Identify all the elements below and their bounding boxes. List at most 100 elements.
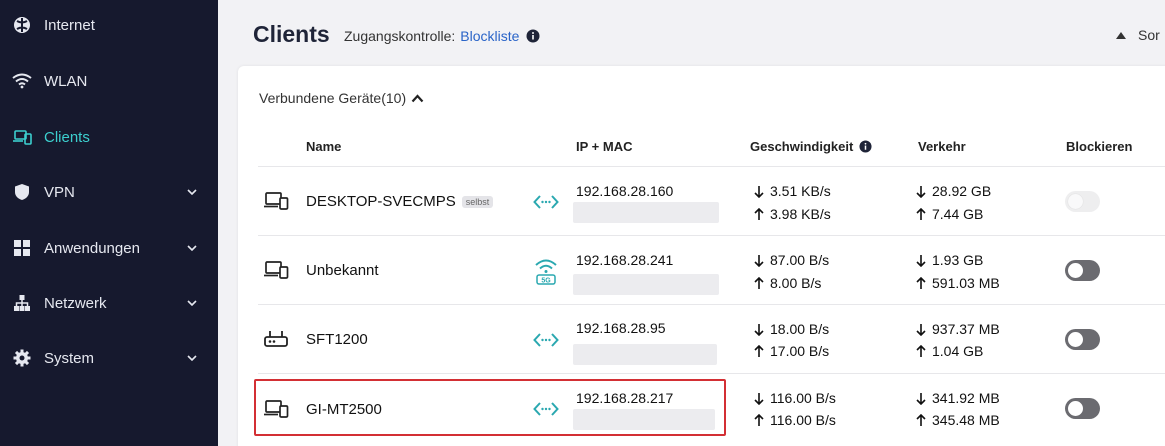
self-badge: selbst [461, 195, 494, 208]
highlight-box [254, 379, 726, 436]
arrow-down-icon [754, 254, 764, 267]
page-title: Clients [253, 21, 330, 47]
chevron-down-icon [186, 352, 198, 364]
toggle-knob [1068, 401, 1083, 416]
sidebar-item-vpn[interactable]: VPN [0, 172, 218, 212]
device-name-text: SFT1200 [306, 331, 368, 348]
download-speed-value: 18.00 B/s [770, 321, 830, 337]
block-toggle[interactable] [1065, 191, 1100, 212]
connected-devices-toggle[interactable]: Verbundene Geräte(10) [259, 90, 424, 106]
upload-speed: 3.98 KB/s [754, 206, 831, 222]
ip-address: 192.168.28.160 [576, 183, 674, 199]
sidebar-item-label: VPN [44, 183, 75, 201]
sidebar-item-wlan[interactable]: WLAN [0, 61, 218, 101]
divider [258, 373, 1165, 374]
devices-icon [12, 127, 32, 147]
upload-speed: 116.00 B/s [754, 412, 836, 428]
upload-traffic: 345.48 MB [916, 412, 1000, 428]
download-speed-value: 3.51 KB/s [770, 183, 831, 199]
arrow-down-icon [916, 323, 926, 336]
chevron-down-icon [186, 242, 198, 254]
column-header-traffic: Verkehr [918, 139, 966, 154]
grid-icon [12, 238, 32, 258]
upload-speed: 17.00 B/s [754, 343, 829, 359]
ethernet-icon [532, 326, 560, 354]
download-traffic-value: 1.93 GB [932, 252, 984, 268]
sidebar-item-label: System [44, 349, 95, 367]
arrow-down-icon [916, 254, 926, 267]
download-traffic-value: 341.92 MB [932, 390, 1000, 406]
sort-button[interactable]: Sor [1116, 27, 1160, 43]
arrow-up-icon [754, 207, 764, 220]
sidebar-item-label: Anwendungen [44, 239, 140, 257]
download-traffic-value: 937.37 MB [932, 321, 1000, 337]
arrow-up-icon [754, 276, 764, 289]
arrow-up-icon [754, 344, 764, 357]
column-header-block: Blockieren [1066, 139, 1133, 154]
upload-traffic-value: 345.48 MB [932, 412, 1000, 428]
download-traffic: 28.92 GB [916, 183, 991, 199]
sidebar: Internet WLAN Clients VPN Anwendungen Ne… [0, 0, 218, 446]
gear-icon [12, 348, 32, 368]
wifi-5g-icon: 5G [532, 256, 560, 286]
laptop-phone-icon [262, 259, 290, 281]
download-speed: 3.51 KB/s [754, 183, 831, 199]
download-speed-value: 87.00 B/s [770, 252, 830, 268]
access-control: Zugangskontrolle: Blockliste [344, 28, 540, 44]
device-name-text: Unbekannt [306, 262, 379, 279]
toggle-knob [1068, 263, 1083, 278]
divider [258, 166, 1165, 167]
chevron-down-icon [186, 186, 198, 198]
arrow-up-icon [916, 344, 926, 357]
triangle-up-icon [1116, 31, 1126, 39]
globe-icon [12, 15, 32, 35]
divider [258, 304, 1165, 305]
ip-address: 192.168.28.241 [576, 252, 674, 268]
block-toggle[interactable] [1065, 260, 1100, 281]
sidebar-item-netzwerk[interactable]: Netzwerk [0, 283, 218, 323]
upload-traffic-value: 591.03 MB [932, 275, 1000, 291]
arrow-down-icon [754, 185, 764, 198]
column-header-speed-label: Geschwindigkeit [750, 139, 854, 154]
group-label: Verbundene Geräte(10) [259, 90, 407, 106]
upload-traffic-value: 7.44 GB [932, 206, 984, 222]
blocklist-link[interactable]: Blockliste [460, 28, 519, 44]
upload-traffic: 7.44 GB [916, 206, 983, 222]
block-toggle[interactable] [1065, 329, 1100, 350]
block-toggle[interactable] [1065, 398, 1100, 419]
sidebar-item-internet[interactable]: Internet [0, 5, 218, 45]
toggle-knob [1068, 332, 1083, 347]
column-header-name: Name [306, 139, 342, 154]
download-traffic: 341.92 MB [916, 390, 1000, 406]
ip-address: 192.168.28.95 [576, 320, 666, 336]
download-traffic: 1.93 GB [916, 252, 983, 268]
device-name: SFT1200 [306, 331, 368, 348]
upload-speed: 8.00 B/s [754, 275, 821, 291]
sidebar-item-system[interactable]: System [0, 338, 218, 378]
sidebar-item-label: WLAN [44, 72, 88, 90]
sidebar-item-anwendungen[interactable]: Anwendungen [0, 228, 218, 268]
upload-speed-value: 116.00 B/s [770, 412, 836, 428]
column-header-speed: Geschwindigkeit [750, 139, 872, 154]
arrow-down-icon [916, 185, 926, 198]
device-name: DESKTOP-SVECMPS selbst [306, 193, 494, 210]
upload-traffic: 591.03 MB [916, 275, 1000, 291]
laptop-phone-icon [262, 190, 290, 212]
divider [258, 235, 1165, 236]
sidebar-item-label: Netzwerk [44, 294, 107, 312]
chevron-up-icon [411, 93, 424, 102]
info-icon[interactable] [526, 29, 540, 43]
info-icon[interactable] [859, 140, 872, 153]
download-traffic-value: 28.92 GB [932, 183, 992, 199]
wifi-icon [12, 71, 32, 91]
ethernet-icon [532, 188, 560, 216]
arrow-down-icon [754, 392, 764, 405]
svg-text:5G: 5G [541, 278, 551, 285]
chevron-down-icon [186, 297, 198, 309]
mac-address-redacted [573, 274, 719, 295]
device-name: Unbekannt [306, 262, 379, 279]
sidebar-item-label: Clients [44, 128, 90, 146]
arrow-up-icon [916, 413, 926, 426]
upload-speed-value: 3.98 KB/s [770, 206, 831, 222]
sidebar-item-clients[interactable]: Clients [0, 117, 218, 157]
